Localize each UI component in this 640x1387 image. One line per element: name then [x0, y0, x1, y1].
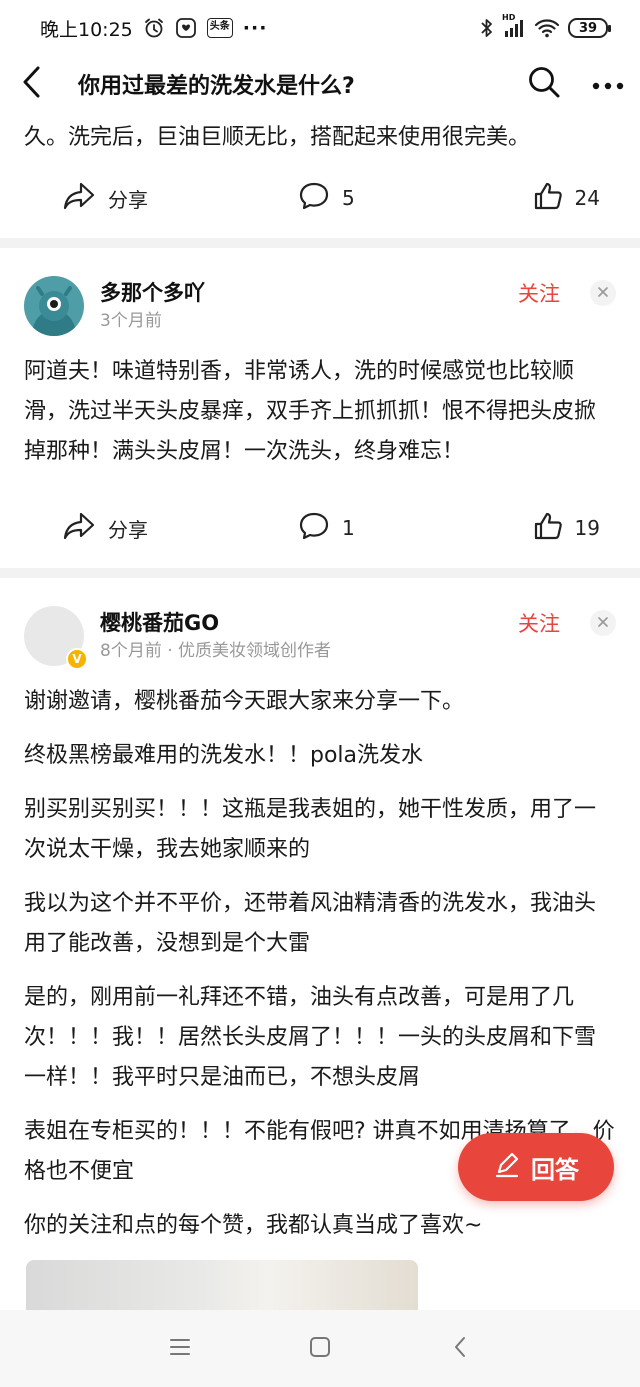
- follow-button[interactable]: 关注: [518, 608, 560, 638]
- share-button[interactable]: 分享: [62, 181, 298, 216]
- battery-indicator: 39: [568, 18, 611, 38]
- nav-back-icon: [453, 1336, 467, 1362]
- share-button[interactable]: 分享: [62, 511, 298, 546]
- status-more: ···: [242, 17, 268, 39]
- search-button[interactable]: [512, 56, 576, 112]
- avatar[interactable]: [24, 276, 84, 336]
- back-button[interactable]: [0, 56, 64, 112]
- answer-list[interactable]: 久。洗完后，巨油巨顺无比，搭配起来使用很完美。 分享 5 24 多那个多吖 3个…: [0, 112, 640, 1310]
- comment-button[interactable]: 1: [298, 511, 504, 546]
- home-button[interactable]: [290, 1319, 350, 1379]
- answer-3-paragraph: 终极黑榜最难用的洗发水！！pola洗发水: [24, 743, 424, 768]
- toutiao-badge: 头条: [206, 18, 233, 38]
- comment-icon: [298, 511, 330, 546]
- status-bar: 晚上10:25 头条 ··· HD 39: [0, 0, 640, 56]
- network-label: HD: [502, 13, 516, 22]
- more-icon: [592, 75, 624, 94]
- page-title: 你用过最差的洗发水是什么?: [78, 74, 355, 99]
- author-meta: 3个月前: [100, 311, 162, 331]
- answer-3-paragraph: 是的，刚用前一礼拜还不错，油头有点改善，可是用了几次！！！我！！居然长头皮屑了！…: [24, 985, 597, 1090]
- signal-icon: HD: [502, 13, 526, 39]
- comment-button[interactable]: 5: [298, 181, 504, 216]
- system-nav-bar: [0, 1310, 640, 1387]
- home-icon: [309, 1336, 331, 1362]
- answer-3-paragraph: 你的关注和点的每个赞，我都认真当成了喜欢~: [24, 1213, 483, 1238]
- top-nav: 你用过最差的洗发水是什么?: [0, 56, 640, 112]
- close-icon: [598, 616, 608, 631]
- like-count: 19: [574, 516, 600, 540]
- author-name[interactable]: 多那个多吖: [100, 278, 518, 308]
- bluetooth-icon: [480, 17, 494, 39]
- pen-icon: [493, 1150, 521, 1184]
- like-button[interactable]: 24: [533, 181, 600, 216]
- close-icon: [598, 286, 608, 301]
- back-arrow-icon: [20, 65, 44, 103]
- share-icon: [62, 511, 96, 546]
- comment-icon: [298, 181, 330, 216]
- divider: [0, 238, 640, 248]
- avatar[interactable]: V: [24, 606, 88, 670]
- answer-3-header: V 樱桃番茄GO 8个月前 · 优质美妆领域创作者 关注: [0, 578, 640, 682]
- comment-count: 1: [342, 516, 355, 540]
- dismiss-button[interactable]: [590, 280, 616, 306]
- share-label: 分享: [108, 187, 148, 212]
- wifi-icon: [534, 17, 560, 39]
- answer-2-actions: 分享 1 19: [0, 488, 640, 568]
- share-label: 分享: [108, 517, 148, 542]
- answer-image[interactable]: [26, 1260, 418, 1310]
- status-time: 晚上10:25: [40, 18, 133, 41]
- answer-2-body: 阿道夫！味道特别香，非常诱人，洗的时候感觉也比较顺滑，洗过半天头皮暴痒，双手齐上…: [24, 359, 597, 464]
- verified-badge-icon: V: [66, 648, 88, 670]
- answer-button[interactable]: 回答: [458, 1133, 614, 1201]
- divider: [0, 568, 640, 578]
- system-back-button[interactable]: [430, 1319, 490, 1379]
- answer-3-paragraph: 我以为这个并不平价，还带着风油精清香的洗发水，我油头用了能改善，没想到是个大雷: [24, 891, 597, 956]
- more-button[interactable]: [576, 56, 640, 112]
- dismiss-button[interactable]: [590, 610, 616, 636]
- like-icon: [533, 181, 563, 216]
- author-meta: 8个月前 · 优质美妆领域创作者: [100, 641, 332, 661]
- like-button[interactable]: 19: [533, 511, 600, 546]
- answer-1-text-tail: 久。洗完后，巨油巨顺无比，搭配起来使用很完美。: [24, 125, 531, 150]
- answer-3-paragraph: 谢谢邀请，樱桃番茄今天跟大家来分享一下。: [24, 689, 465, 714]
- like-count: 24: [574, 186, 600, 210]
- answer-3-paragraph: 别买别买别买！！！这瓶是我表姐的，她干性发质，用了一次说太干燥，我去她家顺来的: [24, 797, 597, 862]
- follow-button[interactable]: 关注: [518, 278, 560, 308]
- answer-2-header: 多那个多吖 3个月前 关注: [0, 248, 640, 352]
- search-icon: [527, 65, 561, 103]
- share-icon: [62, 181, 96, 216]
- app-icon: [175, 17, 197, 39]
- author-name[interactable]: 樱桃番茄GO: [100, 608, 518, 638]
- like-icon: [533, 511, 563, 546]
- answer-button-label: 回答: [531, 1155, 579, 1184]
- recent-apps-button[interactable]: [150, 1319, 210, 1379]
- alarm-icon: [143, 17, 165, 39]
- comment-count: 5: [342, 186, 355, 210]
- answer-1-actions: 分享 5 24: [0, 158, 640, 238]
- menu-icon: [169, 1338, 191, 1360]
